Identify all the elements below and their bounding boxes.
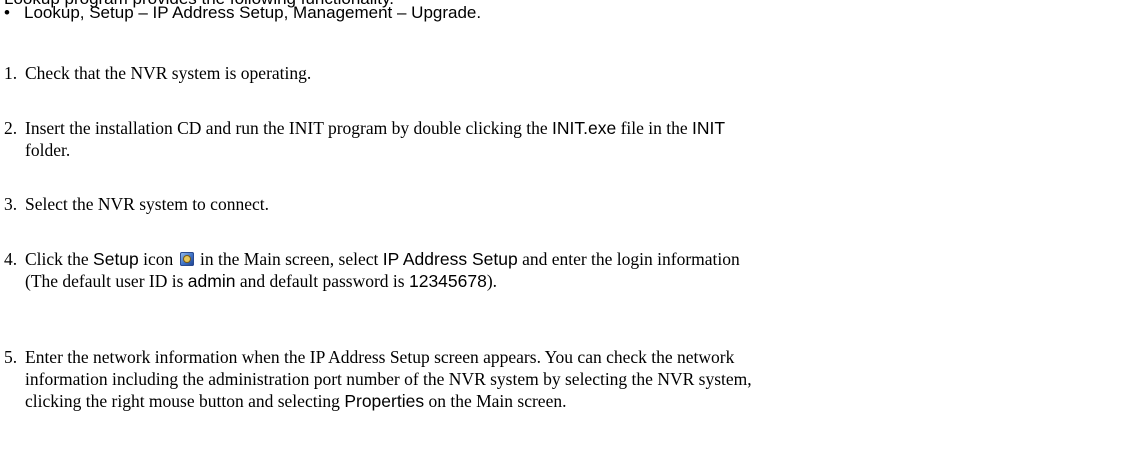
step-number: 5. [4, 347, 18, 367]
step-1: 1. Check that the NVR system is operatin… [4, 62, 1124, 84]
step-number: 4. [4, 249, 18, 269]
step-4: 4. Click the Setup icon in the Main scre… [4, 248, 1124, 292]
step-text: Click the [25, 249, 94, 269]
term-setup: Setup [93, 249, 139, 269]
term-ip-address-setup: IP Address Setup [382, 249, 518, 269]
step-text: ). [486, 271, 498, 291]
step-text: clicking the right mouse button and sele… [25, 391, 345, 411]
step-text: Insert the installation CD and run the I… [25, 118, 552, 138]
step-text: Enter the network information when the I… [25, 347, 735, 367]
term-init-folder: INIT [692, 118, 726, 138]
step-text: on the Main screen. [424, 391, 567, 411]
term-init-exe: INIT.exe [551, 118, 617, 138]
step-body: Select the NVR system to connect. [25, 193, 1124, 215]
bullet-item: • Lookup, Setup – IP Address Setup, Manag… [4, 3, 481, 23]
setup-icon [179, 252, 194, 266]
step-body: Enter the network information when the I… [25, 346, 1124, 412]
step-text: (The default user ID is [25, 271, 188, 291]
step-body: Check that the NVR system is operating. [25, 62, 1124, 84]
step-3: 3. Select the NVR system to connect. [4, 193, 1124, 215]
step-text: information including the administration… [25, 369, 752, 389]
step-body: Insert the installation CD and run the I… [25, 117, 1124, 161]
step-number: 2. [4, 118, 18, 138]
bullet-text: Lookup, Setup – IP Address Setup, Manage… [24, 3, 482, 22]
step-number: 3. [4, 194, 18, 214]
step-text: in the Main screen, select [195, 249, 383, 269]
step-body: Click the Setup icon in the Main screen,… [25, 248, 1124, 292]
step-text: file in the [616, 118, 692, 138]
step-2: 2. Insert the installation CD and run th… [4, 117, 1124, 161]
step-text: and enter the login information [517, 249, 740, 269]
step-text: and default password is [235, 271, 409, 291]
step-text: folder. [25, 140, 71, 160]
term-admin: admin [187, 271, 236, 291]
bullet-symbol: • [4, 3, 10, 22]
step-5: 5. Enter the network information when th… [4, 346, 1124, 412]
step-text: Select the NVR system to connect. [25, 194, 269, 214]
term-default-password: 12345678 [408, 271, 487, 291]
step-text: icon [138, 249, 178, 269]
term-properties: Properties [344, 391, 425, 411]
step-number: 1. [4, 63, 18, 83]
step-text: Check that the NVR system is operating. [25, 63, 312, 83]
